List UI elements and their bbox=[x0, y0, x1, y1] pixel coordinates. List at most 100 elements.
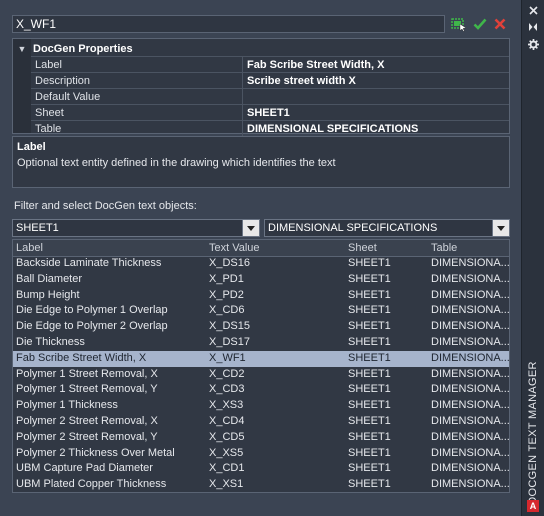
row-table: DIMENSIONA... bbox=[431, 336, 510, 348]
row-text-value: X_DS15 bbox=[209, 320, 250, 333]
name-field[interactable]: X_WF1 bbox=[12, 15, 445, 33]
row-sheet: SHEET1 bbox=[348, 367, 391, 380]
row-label: Bump Height bbox=[16, 288, 80, 301]
row-label: Die Thickness bbox=[16, 336, 85, 348]
row-table: DIMENSIONA... bbox=[431, 383, 510, 396]
row-label: Fab Scribe Street Width, X bbox=[16, 351, 147, 364]
row-text-value: X_CD2 bbox=[209, 367, 245, 380]
row-table: DIMENSIONA... bbox=[431, 288, 510, 301]
accept-button[interactable] bbox=[471, 15, 489, 33]
description-text: Optional text entity defined in the draw… bbox=[17, 157, 336, 169]
properties-category[interactable]: ▼ DocGen Properties bbox=[15, 41, 507, 56]
cancel-button[interactable] bbox=[491, 15, 509, 33]
row-table: DIMENSIONA... bbox=[431, 320, 510, 333]
row-text-value: X_WF1 bbox=[209, 351, 246, 364]
property-description-panel: Label Optional text entity defined in th… bbox=[12, 136, 510, 188]
property-value[interactable]: Fab Scribe Street Width, X bbox=[243, 59, 384, 71]
close-x-icon bbox=[494, 18, 506, 30]
property-row-default-value[interactable]: Default Value bbox=[31, 88, 509, 104]
row-sheet: SHEET1 bbox=[348, 257, 391, 269]
row-table: DIMENSIONA... bbox=[431, 462, 510, 475]
row-table: DIMENSIONA... bbox=[431, 304, 510, 317]
row-text-value: X_CD1 bbox=[209, 462, 245, 475]
table-row[interactable]: Polymer 2 Street Removal, Y X_CD5 SHEET1 DI… bbox=[13, 430, 510, 446]
table-row[interactable]: Die Edge to Polymer 1 Overlap X_CD6 SHEET1… bbox=[13, 303, 510, 319]
row-label: Die Edge to Polymer 2 Overlap bbox=[16, 320, 168, 333]
column-header-label[interactable]: Label bbox=[16, 241, 43, 256]
table-row[interactable]: Polymer 1 Thickness X_XS3 SHEET1 DIMENSIONA… bbox=[13, 398, 510, 414]
chevron-down-icon[interactable] bbox=[242, 220, 259, 236]
table-row[interactable]: Polymer 2 Thickness Over Metal X_XS5 SHEET… bbox=[13, 446, 510, 462]
property-key: Label bbox=[31, 57, 243, 72]
property-key: Default Value bbox=[31, 89, 243, 104]
sidebar-title-text: DOCGEN TEXT MANAGER bbox=[527, 361, 539, 505]
column-header-text-value[interactable]: Text Value bbox=[209, 241, 260, 256]
sheet-dropdown[interactable]: SHEET1 bbox=[12, 219, 260, 237]
row-text-value: X_CD4 bbox=[209, 415, 245, 427]
row-label: Polymer 2 Street Removal, X bbox=[16, 415, 158, 427]
close-icon[interactable] bbox=[526, 3, 540, 17]
column-header-table[interactable]: Table bbox=[431, 241, 457, 256]
autocad-logo: A bbox=[527, 500, 539, 512]
collapse-arrow-icon[interactable]: ▼ bbox=[15, 44, 29, 54]
row-text-value: X_CD6 bbox=[209, 304, 245, 317]
properties-category-label: DocGen Properties bbox=[33, 42, 133, 55]
select-object-icon bbox=[451, 18, 467, 32]
chevron-down-icon[interactable] bbox=[492, 220, 509, 236]
row-label: Polymer 1 Street Removal, X bbox=[16, 367, 158, 380]
table-row[interactable]: Backside Laminate Thickness X_DS16 SHEET1 D… bbox=[13, 256, 510, 272]
table-row[interactable]: UBM Plated Copper Thickness X_XS1 SHEET1 DI… bbox=[13, 477, 510, 493]
row-label: UBM Capture Pad Diameter bbox=[16, 462, 153, 475]
table-row[interactable]: UBM Capture Pad Diameter X_CD1 SHEET1 DIMEN… bbox=[13, 461, 510, 477]
row-sheet: SHEET1 bbox=[348, 478, 391, 491]
table-row[interactable]: Die Thickness X_DS17 SHEET1 DIMENSIONA... bbox=[13, 335, 510, 351]
row-label: Backside Laminate Thickness bbox=[16, 257, 162, 269]
property-row-sheet[interactable]: Sheet SHEET1 bbox=[31, 104, 509, 120]
row-table: DIMENSIONA... bbox=[431, 367, 510, 380]
select-object-button[interactable] bbox=[450, 15, 468, 33]
column-header-sheet[interactable]: Sheet bbox=[348, 241, 377, 256]
table-row[interactable]: Polymer 1 Street Removal, X X_CD2 SHEET1 DI… bbox=[13, 367, 510, 383]
row-table: DIMENSIONA... bbox=[431, 399, 510, 412]
table-dropdown-value: DIMENSIONAL SPECIFICATIONS bbox=[268, 222, 438, 234]
row-label: Ball Diameter bbox=[16, 272, 83, 285]
property-row-label[interactable]: Label Fab Scribe Street Width, X bbox=[31, 56, 509, 72]
property-key: Sheet bbox=[31, 105, 243, 120]
row-text-value: X_XS1 bbox=[209, 478, 244, 491]
row-table: DIMENSIONA... bbox=[431, 446, 510, 459]
property-key: Table bbox=[31, 121, 243, 136]
table-row[interactable]: Bump Height X_PD2 SHEET1 DIMENSIONA... bbox=[13, 288, 510, 304]
row-label: Polymer 2 Thickness Over Metal bbox=[16, 446, 175, 459]
property-value[interactable]: Scribe street width X bbox=[243, 75, 356, 87]
table-header: Label Text Value Sheet Table bbox=[13, 240, 509, 257]
property-value[interactable]: DIMENSIONAL SPECIFICATIONS bbox=[243, 123, 418, 135]
row-sheet: SHEET1 bbox=[348, 351, 391, 364]
sidebar-title: DOCGEN TEXT MANAGER bbox=[524, 361, 542, 504]
property-value[interactable]: SHEET1 bbox=[243, 107, 290, 119]
table-row[interactable]: Polymer 2 Street Removal, X X_CD4 SHEET1 DI… bbox=[13, 414, 510, 430]
row-sheet: SHEET1 bbox=[348, 336, 391, 348]
row-table: DIMENSIONA... bbox=[431, 351, 510, 364]
logo-letter: A bbox=[529, 501, 537, 511]
row-sheet: SHEET1 bbox=[348, 288, 391, 301]
row-table: DIMENSIONA... bbox=[431, 257, 510, 269]
name-field-value: X_WF1 bbox=[16, 17, 57, 31]
row-sheet: SHEET1 bbox=[348, 415, 391, 427]
row-table: DIMENSIONA... bbox=[431, 430, 510, 443]
property-row-description[interactable]: Description Scribe street width X bbox=[31, 72, 509, 88]
row-sheet: SHEET1 bbox=[348, 272, 391, 285]
gear-icon[interactable] bbox=[526, 37, 540, 51]
row-text-value: X_PD1 bbox=[209, 272, 244, 285]
row-text-value: X_XS3 bbox=[209, 399, 244, 412]
property-row-table[interactable]: Table DIMENSIONAL SPECIFICATIONS bbox=[31, 120, 509, 136]
row-text-value: X_CD3 bbox=[209, 383, 245, 396]
row-sheet: SHEET1 bbox=[348, 383, 391, 396]
row-text-value: X_XS5 bbox=[209, 446, 244, 459]
table-dropdown[interactable]: DIMENSIONAL SPECIFICATIONS bbox=[264, 219, 510, 237]
table-row[interactable]: Fab Scribe Street Width, X X_WF1 SHEET1 DIM… bbox=[13, 350, 510, 367]
auto-hide-icon[interactable] bbox=[526, 20, 540, 34]
table-row[interactable]: Die Edge to Polymer 2 Overlap X_DS15 SHEET… bbox=[13, 319, 510, 335]
table-row[interactable]: Polymer 1 Street Removal, Y X_CD3 SHEET1 DI… bbox=[13, 382, 510, 398]
row-text-value: X_DS16 bbox=[209, 257, 250, 269]
table-row[interactable]: Ball Diameter X_PD1 SHEET1 DIMENSIONA... bbox=[13, 272, 510, 288]
